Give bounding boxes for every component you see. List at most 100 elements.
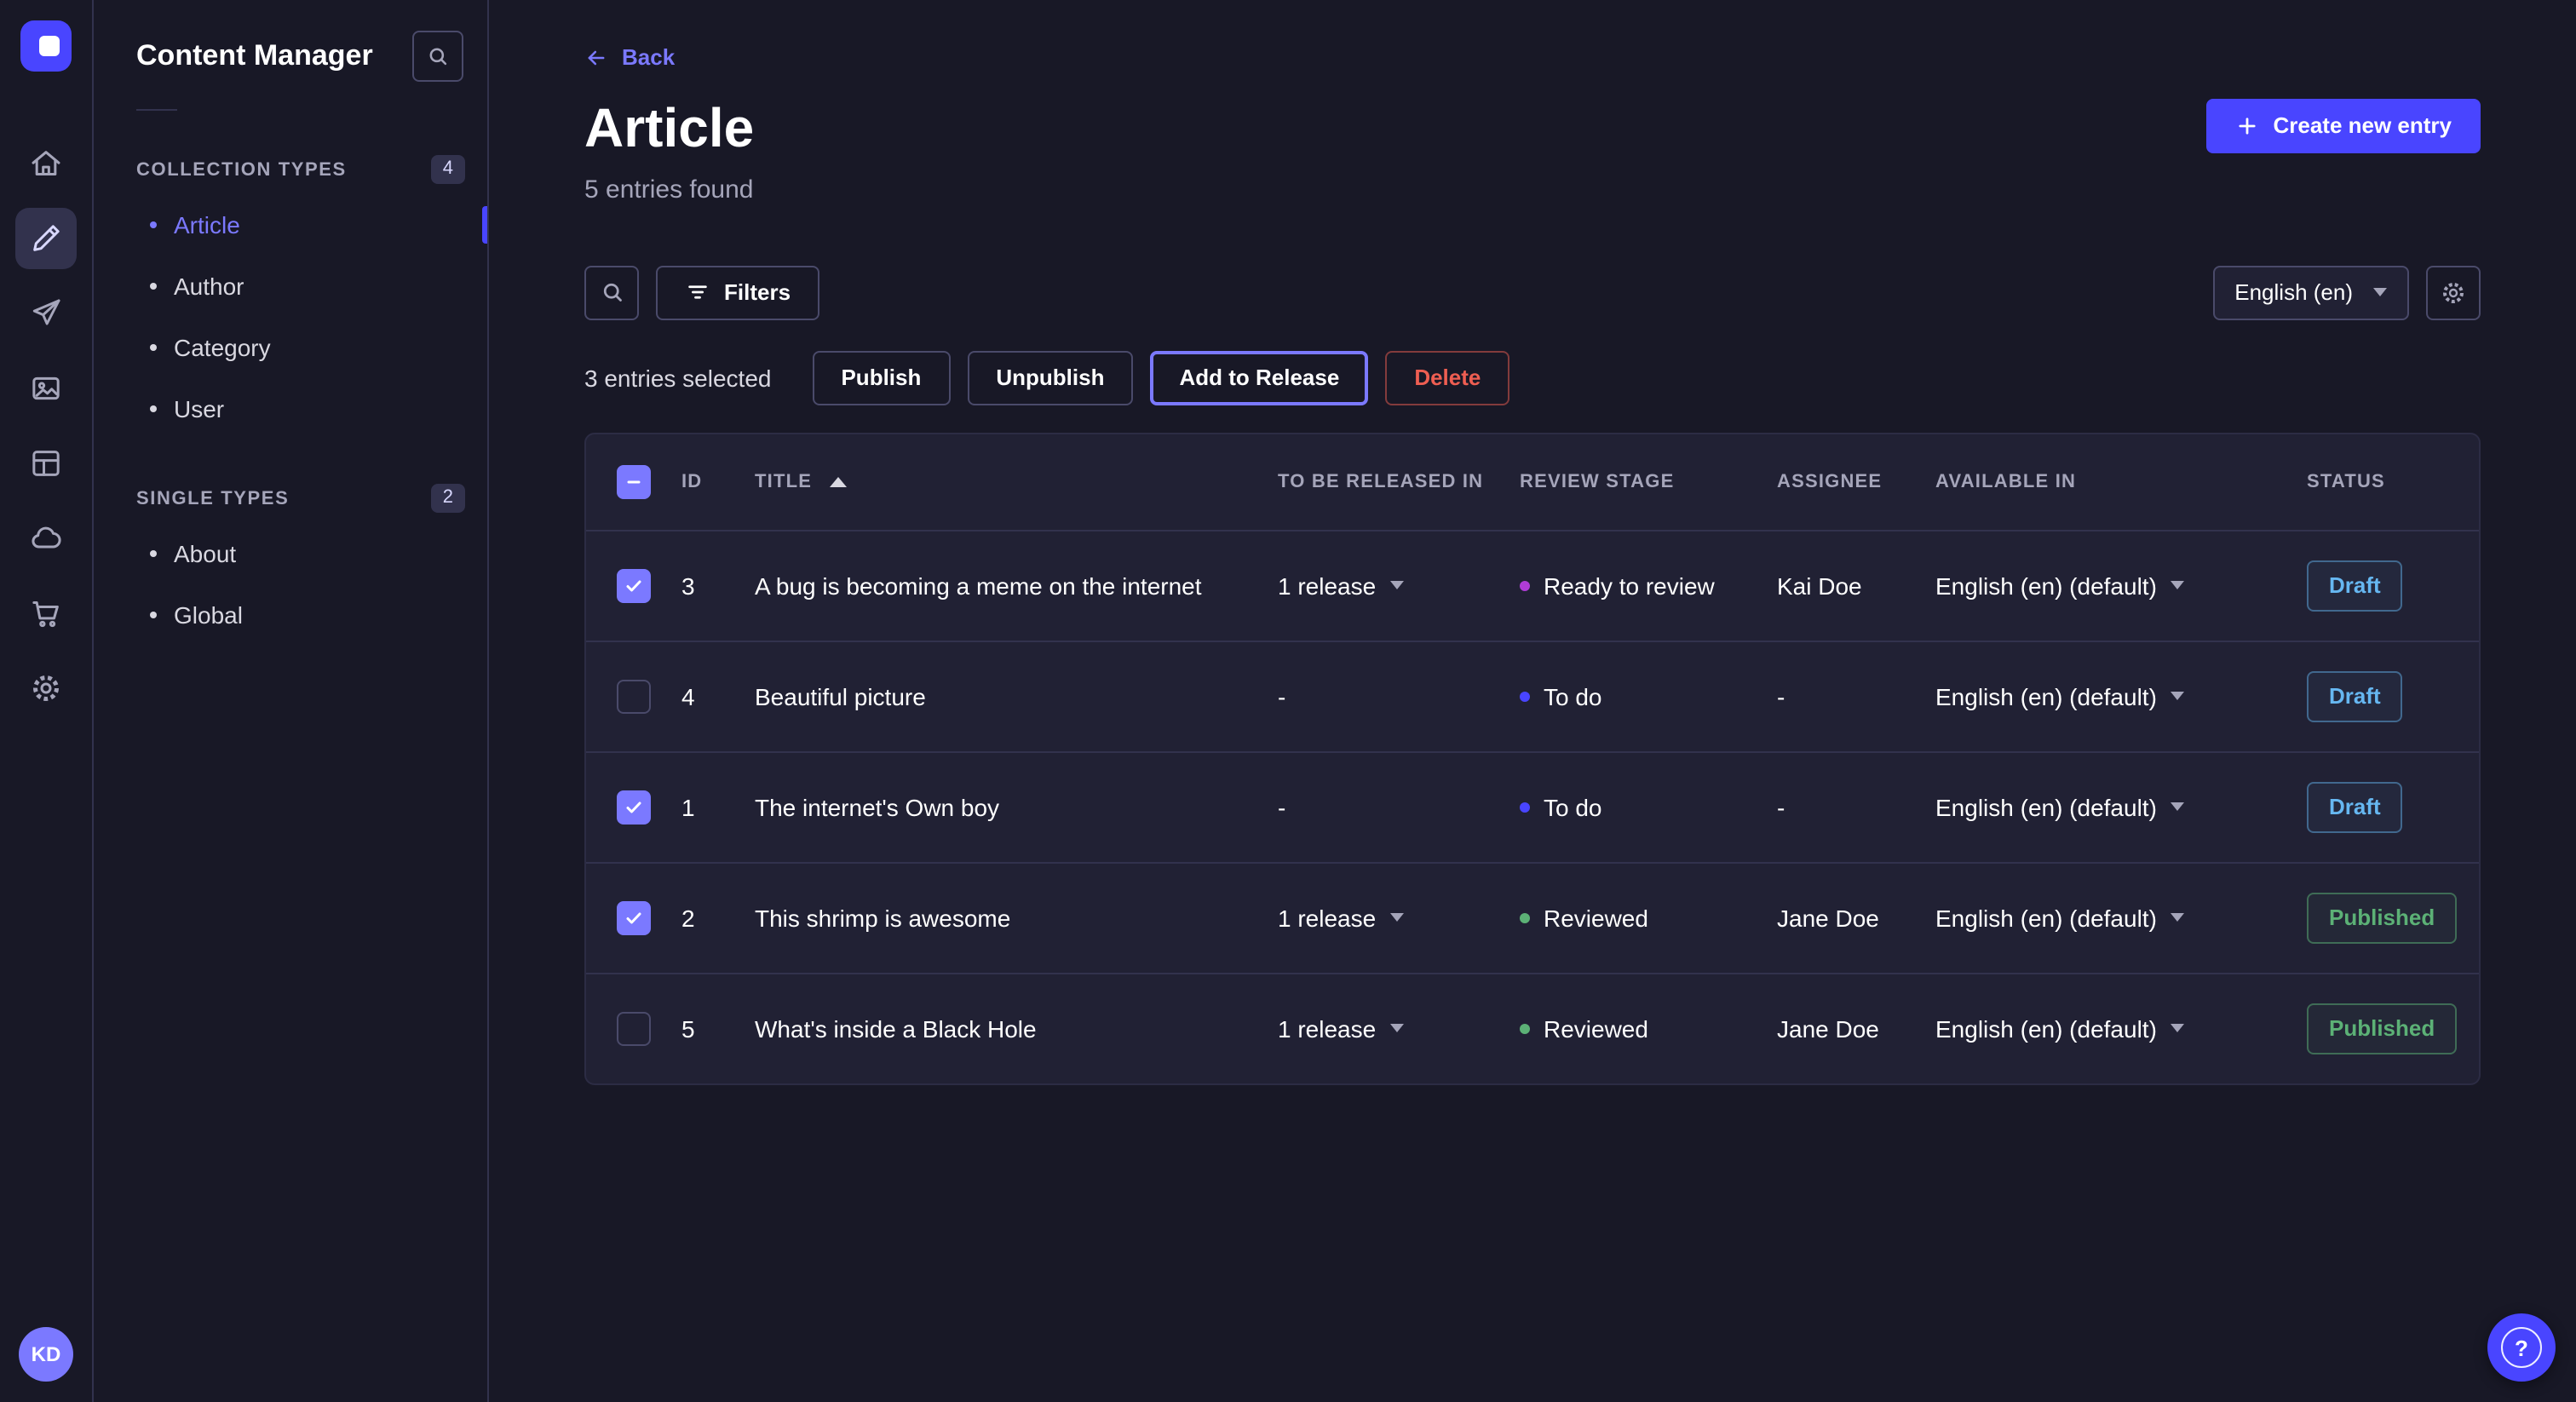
unpublish-button[interactable]: Unpublish [967,350,1133,405]
marketplace-cart-icon[interactable] [15,583,77,644]
check-icon [624,907,644,928]
table-row[interactable]: 5 What's inside a Black Hole 1 release R… [586,972,2479,1083]
sidebar-item-article[interactable]: Article [94,194,487,256]
search-icon [426,44,450,68]
check-icon [624,796,644,817]
publish-button[interactable]: Publish [812,350,950,405]
table-header-row: ID TITLE TO BE RELEASED IN REVIEW STAGE … [586,434,2479,529]
back-link[interactable]: Back [584,44,675,70]
collection-types-count-badge: 4 [431,155,465,184]
strapi-logo[interactable] [20,20,72,72]
bullet-icon [150,612,157,618]
table-row[interactable]: 2 This shrimp is awesome 1 release Revie… [586,861,2479,972]
row-release-cell[interactable]: 1 release [1278,572,1520,599]
column-header-status[interactable]: STATUS [2307,471,2479,491]
column-header-id[interactable]: ID [681,471,755,491]
indeterminate-dash-icon [624,471,644,491]
column-header-title[interactable]: TITLE [755,471,1278,491]
row-locale-cell[interactable]: English (en) (default) [1935,1014,2307,1042]
row-checkbox[interactable] [617,790,651,824]
chevron-down-icon [1389,913,1403,922]
row-title: Beautiful picture [755,682,1278,710]
nav-icon-list [15,133,77,733]
page-title: Article [584,98,754,158]
select-all-checkbox[interactable] [617,464,651,498]
row-assignee: - [1777,682,1935,710]
filters-button[interactable]: Filters [656,265,819,319]
row-checkbox[interactable] [617,900,651,934]
avatar[interactable]: KD [19,1327,73,1382]
sidebar-item-about[interactable]: About [94,523,487,584]
row-release-cell[interactable]: 1 release [1278,1014,1520,1042]
row-review-stage: Reviewed [1520,1014,1777,1042]
main-content: Back Article 5 entries found Create new … [489,0,2576,1402]
sidebar-item-label: Category [174,334,271,361]
deploy-cloud-icon[interactable] [15,508,77,569]
chevron-down-icon [1389,1024,1403,1032]
add-to-release-button[interactable]: Add to Release [1150,350,1368,405]
check-icon [624,575,644,595]
content-manager-icon[interactable] [15,208,77,269]
search-icon [599,279,624,305]
row-assignee: Jane Doe [1777,904,1935,931]
settings-gear-icon[interactable] [15,658,77,719]
status-badge: Published [2307,1003,2457,1054]
row-checkbox[interactable] [617,679,651,713]
sidebar-item-category[interactable]: Category [94,317,487,378]
home-icon[interactable] [15,133,77,194]
row-id: 1 [681,793,755,820]
row-assignee: - [1777,793,1935,820]
sidebar-item-label: Article [174,211,240,238]
section-label-collection-types: Collection Types [136,159,347,180]
section-label-single-types: Single Types [136,488,289,509]
column-header-assignee[interactable]: ASSIGNEE [1777,471,1935,491]
column-header-available[interactable]: AVAILABLE IN [1935,471,2307,491]
table-row[interactable]: 3 A bug is becoming a meme on the intern… [586,529,2479,640]
column-header-stage[interactable]: REVIEW STAGE [1520,471,1777,491]
view-settings-button[interactable] [2426,265,2481,319]
table-row[interactable]: 4 Beautiful picture - To do - English (e… [586,640,2479,750]
bullet-icon [150,405,157,412]
bullet-icon [150,344,157,351]
screenshot-stage: KD Content Manager Collection Types 4 Ar… [0,0,2576,1402]
content-type-builder-icon[interactable] [15,433,77,494]
help-button[interactable]: ? [2487,1313,2556,1382]
row-locale-cell[interactable]: English (en) (default) [1935,572,2307,599]
table-row[interactable]: 1 The internet's Own boy - To do - Engli… [586,750,2479,861]
chevron-down-icon [2373,288,2387,296]
locale-select[interactable]: English (en) [2212,265,2409,319]
row-locale-cell[interactable]: English (en) (default) [1935,682,2307,710]
chevron-down-icon [2171,802,2184,811]
row-checkbox[interactable] [617,568,651,602]
sidebar-item-author[interactable]: Author [94,256,487,317]
row-checkbox[interactable] [617,1011,651,1045]
row-locale-cell[interactable]: English (en) (default) [1935,793,2307,820]
status-badge: Draft [2307,670,2403,721]
sidebar-item-user[interactable]: User [94,378,487,440]
chevron-down-icon [1389,581,1403,589]
bullet-icon [150,221,157,228]
row-review-stage: Ready to review [1520,572,1777,599]
row-id: 3 [681,572,755,599]
create-new-entry-button[interactable]: Create new entry [2206,98,2481,152]
subnav-search-button[interactable] [412,31,463,82]
row-review-stage: To do [1520,793,1777,820]
row-locale-cell[interactable]: English (en) (default) [1935,904,2307,931]
releases-icon[interactable] [15,283,77,344]
subnav-divider [136,109,177,111]
row-assignee: Jane Doe [1777,1014,1935,1042]
search-entries-button[interactable] [584,265,639,319]
row-release-cell[interactable]: 1 release [1278,904,1520,931]
column-header-release[interactable]: TO BE RELEASED IN [1278,471,1520,491]
sidebar-item-global[interactable]: Global [94,584,487,646]
chevron-down-icon [2171,581,2184,589]
chevron-down-icon [2171,1024,2184,1032]
chevron-down-icon [2171,692,2184,700]
media-library-icon[interactable] [15,358,77,419]
bullet-icon [150,550,157,557]
delete-button[interactable]: Delete [1385,350,1509,405]
row-id: 2 [681,904,755,931]
subnav-title: Content Manager [136,39,373,73]
chevron-down-icon [2171,913,2184,922]
bullet-icon [150,283,157,290]
